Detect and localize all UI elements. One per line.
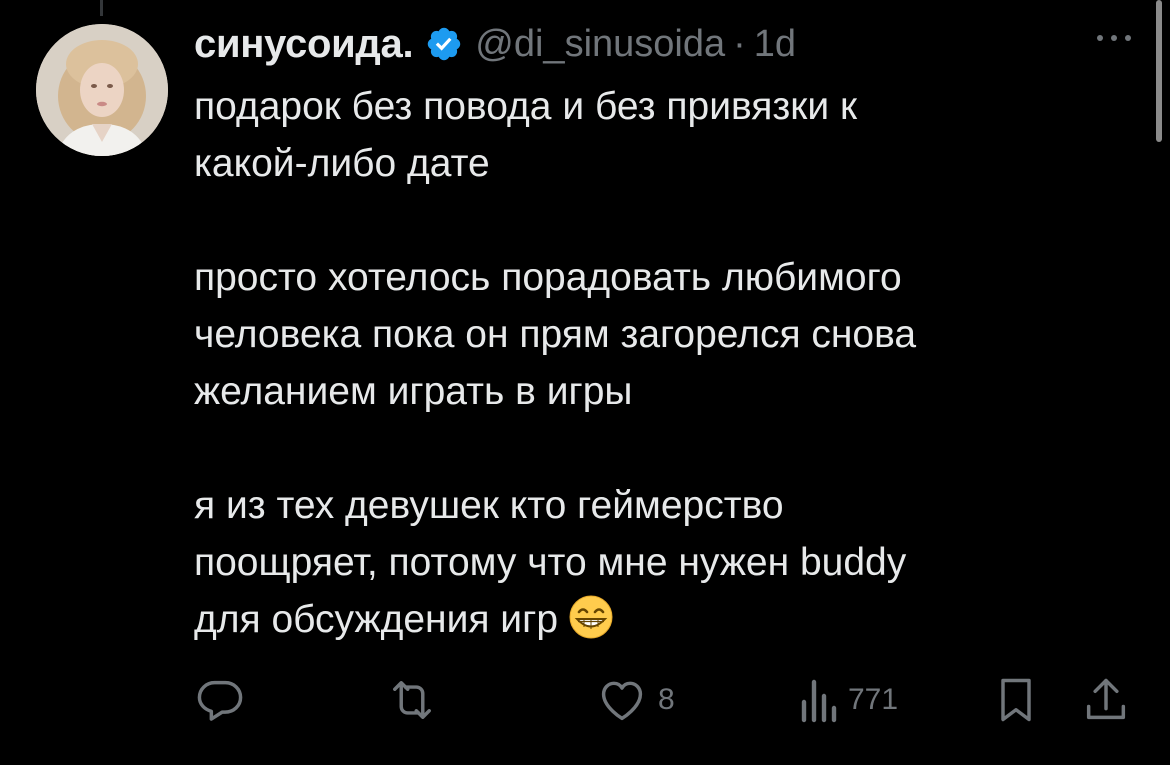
retweet-icon [393,681,431,719]
more-options-icon[interactable] [1074,18,1134,58]
tweet-line: я из тех девушек кто геймерство [194,484,784,527]
verified-badge-icon[interactable] [425,25,463,63]
avatar[interactable] [36,24,168,156]
display-name[interactable]: синусоида. [194,22,414,67]
bookmark-button[interactable] [994,672,1038,728]
tweet-header: синусоида. @di_sinusoida · 1d [194,18,1134,70]
reply-button[interactable] [194,672,246,728]
tweet-line: поощряет, потому что мне нужен buddy [194,541,907,584]
scrollbar[interactable] [1156,0,1162,142]
tweet-content: синусоида. @di_sinusoida · 1d подарок бе… [194,18,1134,648]
retweet-button[interactable] [384,672,440,728]
timestamp[interactable]: 1d [754,23,796,66]
tweet-line: подарок без повода и без привязки к [194,85,858,128]
grinning-face-emoji-icon [568,594,614,640]
tweet-line-text: для обсуждения игр [194,598,559,641]
tweet-actions: 8 771 [194,672,1134,728]
share-button[interactable] [1082,672,1130,728]
reply-icon [197,680,243,721]
thread-connector-line [100,0,103,16]
bookmark-icon [1001,678,1031,722]
separator-dot: · [733,22,746,65]
share-icon [1086,678,1126,720]
views-count: 771 [848,683,899,716]
views-button[interactable]: 771 [798,672,898,728]
views-bar-chart-icon [801,679,837,723]
tweet-line-last: для обсуждения игр [194,591,1134,648]
tweet-line: какой-либо дате [194,142,490,185]
tweet-line: человека пока он прям загорелся снова [194,313,917,356]
tweet-text: подарок без повода и без привязки к како… [194,78,1134,648]
username-handle[interactable]: @di_sinusoida [475,23,725,66]
tweet-line: желанием играть в игры [194,370,633,413]
tweet-line: просто хотелось порадовать любимого [194,256,902,299]
like-count: 8 [658,683,675,716]
like-button[interactable]: 8 [596,672,675,728]
heart-icon [601,681,643,721]
